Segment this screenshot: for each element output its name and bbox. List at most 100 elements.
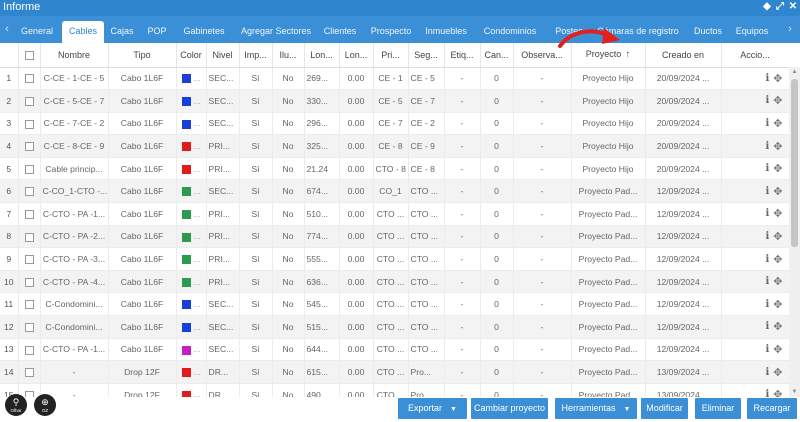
table-row[interactable]: 14- Drop 12F... DR... Sí No 615... 0.00 CTO ...…	[0, 360, 789, 384]
col-nivel[interactable]: Nivel	[206, 43, 240, 68]
info-icon[interactable]: i	[765, 276, 769, 287]
move-icon[interactable]: ✥	[773, 117, 782, 130]
col-select[interactable]	[18, 43, 41, 68]
table-row[interactable]: 15- Drop 12F... DR... Sí No 490... 0.00 CTO ...…	[0, 383, 789, 397]
cell-select[interactable]	[18, 360, 41, 384]
table-row[interactable]: 2 C-CE - 5-CE - 7 Cabo 1L6F... SEC... Sí No 33…	[0, 89, 789, 113]
col-acciones[interactable]: Accio...	[721, 43, 789, 68]
vertical-scrollbar[interactable]: ▲ ▼	[789, 67, 800, 397]
scroll-up-icon[interactable]: ▲	[791, 69, 798, 75]
tab-scroll-right-icon[interactable]: ›	[785, 23, 795, 35]
row-checkbox[interactable]	[24, 97, 34, 106]
row-checkbox[interactable]	[24, 322, 34, 332]
table-row[interactable]: 4 C-CE - 8-CE - 9 Cabo 1L6F... PRI... Sí No 32…	[0, 134, 789, 158]
cell-select[interactable]	[18, 225, 41, 249]
table-row[interactable]: 6 C-CO_1-CTO -... Cabo 1L6F... SEC... Sí No 67…	[0, 179, 789, 204]
cell-select[interactable]	[18, 202, 41, 226]
info-icon[interactable]: i	[765, 254, 769, 265]
move-icon[interactable]: ✥	[773, 207, 782, 220]
cell-select[interactable]	[18, 179, 41, 204]
move-icon[interactable]: ✥	[773, 230, 782, 243]
row-checkbox[interactable]	[24, 232, 34, 242]
info-icon[interactable]: i	[765, 231, 769, 242]
move-icon[interactable]: ✥	[773, 94, 782, 107]
move-icon[interactable]: ✥	[773, 185, 782, 198]
row-checkbox[interactable]	[24, 119, 34, 129]
cell-select[interactable]	[18, 157, 41, 181]
pin-icon[interactable]: ◆	[762, 1, 772, 13]
col-ilu[interactable]: Ilu...	[272, 43, 305, 68]
scroll-down-icon[interactable]: ▼	[791, 389, 798, 395]
info-icon[interactable]: i	[765, 367, 769, 378]
map-location-button[interactable]: ⚲ Olhar	[5, 394, 27, 416]
tab-equipos[interactable]: Equipos	[730, 21, 774, 43]
table-row[interactable]: 11 C-Condomini... Cabo 1L6F... SEC... Sí No 54…	[0, 292, 789, 317]
herramientas-button[interactable]: Herramientas ▼	[555, 398, 637, 419]
col-lon-1[interactable]: Lon...	[304, 43, 340, 68]
move-icon[interactable]: ✥	[773, 366, 782, 379]
row-checkbox[interactable]	[24, 300, 34, 310]
move-icon[interactable]: ✥	[773, 140, 782, 153]
cambiar-proyecto-button[interactable]: Cambiar proyecto	[471, 398, 548, 419]
col-color[interactable]: Color	[176, 43, 207, 68]
cell-select[interactable]	[18, 338, 41, 362]
row-checkbox[interactable]	[24, 277, 34, 287]
row-checkbox[interactable]	[24, 142, 34, 152]
close-icon[interactable]: ✕	[788, 1, 798, 13]
row-checkbox[interactable]	[24, 209, 34, 219]
info-icon[interactable]: i	[765, 299, 769, 310]
move-icon[interactable]: ✥	[773, 72, 782, 85]
move-icon[interactable]: ✥	[773, 343, 782, 356]
move-icon[interactable]: ✥	[773, 275, 782, 288]
table-row[interactable]: 8 C-CTO - PA -2... Cabo 1L6F... PRI... Sí No 7…	[0, 225, 789, 249]
table-row[interactable]: 5 Cable princip... Cabo 1L6F... PRI... Sí No 2…	[0, 157, 789, 181]
tab-cables[interactable]: Cables	[62, 21, 104, 43]
col-seg[interactable]: Seg...	[408, 43, 445, 68]
tab-agregar-sectores[interactable]: Agregar Sectores	[236, 21, 316, 43]
cell-select[interactable]	[18, 247, 41, 271]
col-imp[interactable]: Imp...	[239, 43, 273, 68]
tab-clientes[interactable]: Clientes	[320, 21, 360, 43]
tab-scroll-left-icon[interactable]: ‹	[2, 23, 12, 35]
row-checkbox[interactable]	[24, 187, 34, 197]
table-row[interactable]: 7 C-CTO - PA -1... Cabo 1L6F... PRI... Sí No 5…	[0, 202, 789, 226]
table-row[interactable]: 10 C-CTO - PA -4... Cabo 1L6F... PRI... Sí No…	[0, 270, 789, 294]
info-icon[interactable]: i	[765, 389, 769, 397]
col-nombre[interactable]: Nombre	[40, 43, 109, 68]
info-icon[interactable]: i	[765, 186, 769, 197]
table-row[interactable]: 9 C-CTO - PA -3... Cabo 1L6F... PRI... Sí No 5…	[0, 247, 789, 271]
table-row[interactable]: 3 C-CE - 7-CE - 2 Cabo 1L6F... SEC... Sí No 29…	[0, 112, 789, 136]
row-checkbox[interactable]	[24, 164, 34, 174]
expand-icon[interactable]: ⤢	[775, 1, 785, 13]
cell-select[interactable]	[18, 315, 41, 339]
info-icon[interactable]: i	[765, 95, 769, 106]
info-icon[interactable]: i	[765, 344, 769, 355]
move-icon[interactable]: ✥	[773, 298, 782, 311]
info-icon[interactable]: i	[765, 118, 769, 129]
scrollbar-thumb[interactable]	[791, 79, 798, 247]
move-icon[interactable]: ✥	[773, 388, 782, 397]
col-can[interactable]: Can...	[480, 43, 514, 68]
tab-general[interactable]: General	[16, 21, 58, 43]
tab-cajas[interactable]: Cajas	[106, 21, 138, 43]
move-icon[interactable]: ✥	[773, 320, 782, 333]
tab-gabinetes[interactable]: Gabinetes	[178, 21, 230, 43]
eliminar-button[interactable]: Eliminar	[695, 398, 741, 419]
table-row[interactable]: 1 C-CE - 1-CE - 5 Cabo 1L6F... SEC... Sí No 26…	[0, 67, 789, 91]
cell-select[interactable]	[18, 67, 41, 91]
row-checkbox[interactable]	[24, 255, 34, 265]
tab-condominios[interactable]: Condominios	[477, 21, 543, 43]
cell-select[interactable]	[18, 112, 41, 136]
tab-ductos[interactable]: Ductos	[690, 21, 726, 43]
info-icon[interactable]: i	[765, 73, 769, 84]
move-icon[interactable]: ✥	[773, 253, 782, 266]
col-pri[interactable]: Pri...	[373, 43, 409, 68]
info-icon[interactable]: i	[765, 163, 769, 174]
cell-select[interactable]	[18, 270, 41, 294]
move-icon[interactable]: ✥	[773, 162, 782, 175]
row-checkbox[interactable]	[24, 345, 34, 355]
cell-select[interactable]	[18, 134, 41, 158]
table-row[interactable]: 12 C-Condomini... Cabo 1L6F... SEC... Sí No 51…	[0, 315, 789, 339]
cell-select[interactable]	[18, 292, 41, 317]
tab-pop[interactable]: POP	[142, 21, 172, 43]
